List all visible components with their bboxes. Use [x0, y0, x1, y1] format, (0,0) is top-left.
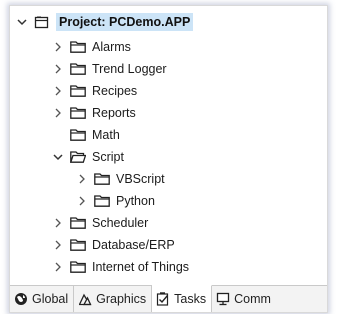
tab-global[interactable]: Global [10, 286, 75, 312]
tab-label: Graphics [96, 292, 147, 306]
folder-icon [70, 261, 86, 273]
chevron-right-icon[interactable] [76, 195, 88, 207]
tab-label: Global [32, 292, 69, 306]
tree-item-alarms[interactable]: Alarms [52, 36, 131, 58]
tree-item-label: Python [116, 194, 155, 208]
chevron-right-icon[interactable] [52, 239, 64, 251]
tree-item-label: VBScript [116, 172, 165, 186]
tree-item-math[interactable]: Math [52, 124, 120, 146]
tree-item-label: Recipes [92, 84, 138, 98]
tab-graphics[interactable]: Graphics [74, 286, 153, 312]
tree-item-script[interactable]: Script [52, 146, 124, 168]
tree-item-label: Scheduler [92, 216, 149, 230]
tree-item-python[interactable]: Python [76, 190, 155, 212]
tree-item-label: Reports [92, 106, 136, 120]
tree-item-label: Internet of Things [92, 260, 190, 274]
folder-icon [70, 41, 86, 53]
tab-label: Comm [234, 292, 271, 306]
chevron-right-icon[interactable] [52, 85, 64, 97]
folder-icon [70, 129, 86, 141]
folder-open-icon [70, 151, 86, 163]
tree-item-reports[interactable]: Reports [52, 102, 136, 124]
folder-icon [70, 85, 86, 97]
chevron-right-icon[interactable] [76, 173, 88, 185]
tab-comm[interactable]: Comm [212, 286, 276, 312]
chevron-down-icon[interactable] [52, 151, 64, 163]
folder-icon [94, 173, 110, 185]
folder-icon [94, 195, 110, 207]
tree-item-label: Alarms [92, 40, 131, 54]
tree-item-vbscript[interactable]: VBScript [76, 168, 165, 190]
tasks-icon [156, 292, 170, 306]
folder-icon [70, 239, 86, 251]
project-explorer-panel: Project: PCDemo.APP Alarms Trend Logger … [9, 5, 328, 313]
tree-root-project[interactable]: Project: PCDemo.APP [16, 11, 194, 33]
chevron-right-icon[interactable] [52, 63, 64, 75]
project-label: Project: PCDemo.APP [56, 13, 194, 31]
tree-item-label: Trend Logger [92, 62, 167, 76]
project-icon [34, 16, 50, 29]
chevron-right-icon[interactable] [52, 217, 64, 229]
folder-icon [70, 63, 86, 75]
chevron-right-icon[interactable] [52, 41, 64, 53]
tree-item-label: Math [92, 128, 120, 142]
tree-item-label: Database/ERP [92, 238, 175, 252]
tree-item-database-erp[interactable]: Database/ERP [52, 234, 175, 256]
chevron-right-icon[interactable] [52, 261, 64, 273]
tree-item-internet-of-things[interactable]: Internet of Things [52, 256, 189, 278]
tree-item-label: Script [92, 150, 124, 164]
bottom-tab-bar: Global Graphics Tasks Comm [10, 285, 327, 312]
tab-tasks[interactable]: Tasks [152, 285, 213, 312]
graphics-icon [78, 292, 92, 306]
monitor-icon [216, 292, 230, 306]
tree-item-recipes[interactable]: Recipes [52, 80, 137, 102]
chevron-down-icon[interactable] [16, 16, 28, 28]
tab-label: Tasks [174, 292, 207, 306]
folder-icon [70, 217, 86, 229]
tree-item-scheduler[interactable]: Scheduler [52, 212, 148, 234]
tree-item-trend-logger[interactable]: Trend Logger [52, 58, 167, 80]
folder-icon [70, 107, 86, 119]
chevron-right-icon[interactable] [52, 107, 64, 119]
globe-icon [14, 292, 28, 306]
